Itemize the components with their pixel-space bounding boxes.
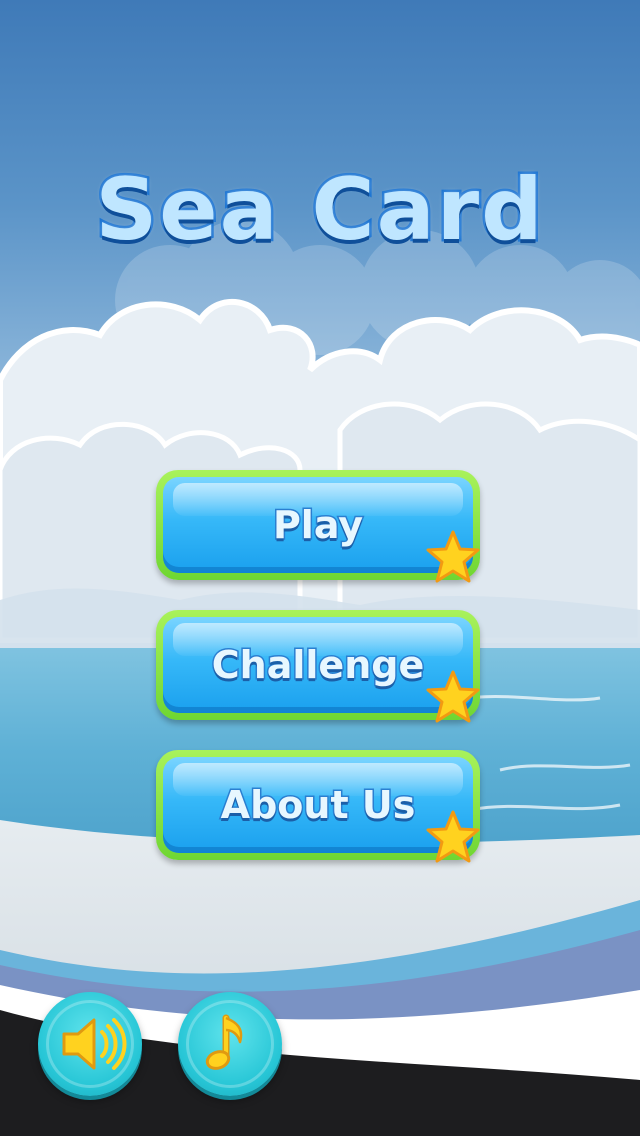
star-icon (426, 670, 480, 723)
challenge-button-label: Challenge (210, 642, 425, 689)
challenge-button[interactable]: Challenge (156, 610, 480, 723)
speaker-icon (62, 1018, 127, 1070)
music-toggle-button[interactable] (178, 992, 282, 1096)
play-button-label: Play (271, 502, 364, 549)
star-icon (426, 530, 480, 583)
play-button[interactable]: Play (156, 470, 480, 583)
game-title: Sea Card (93, 158, 545, 263)
about-us-button-label: About Us (219, 782, 417, 829)
music-note-icon (205, 1014, 243, 1070)
about-us-button[interactable]: About Us (156, 750, 480, 863)
game-screen: Sea Card Play Challenge About Us (0, 0, 640, 1136)
star-icon (426, 810, 480, 863)
sound-toggle-button[interactable] (38, 992, 142, 1096)
